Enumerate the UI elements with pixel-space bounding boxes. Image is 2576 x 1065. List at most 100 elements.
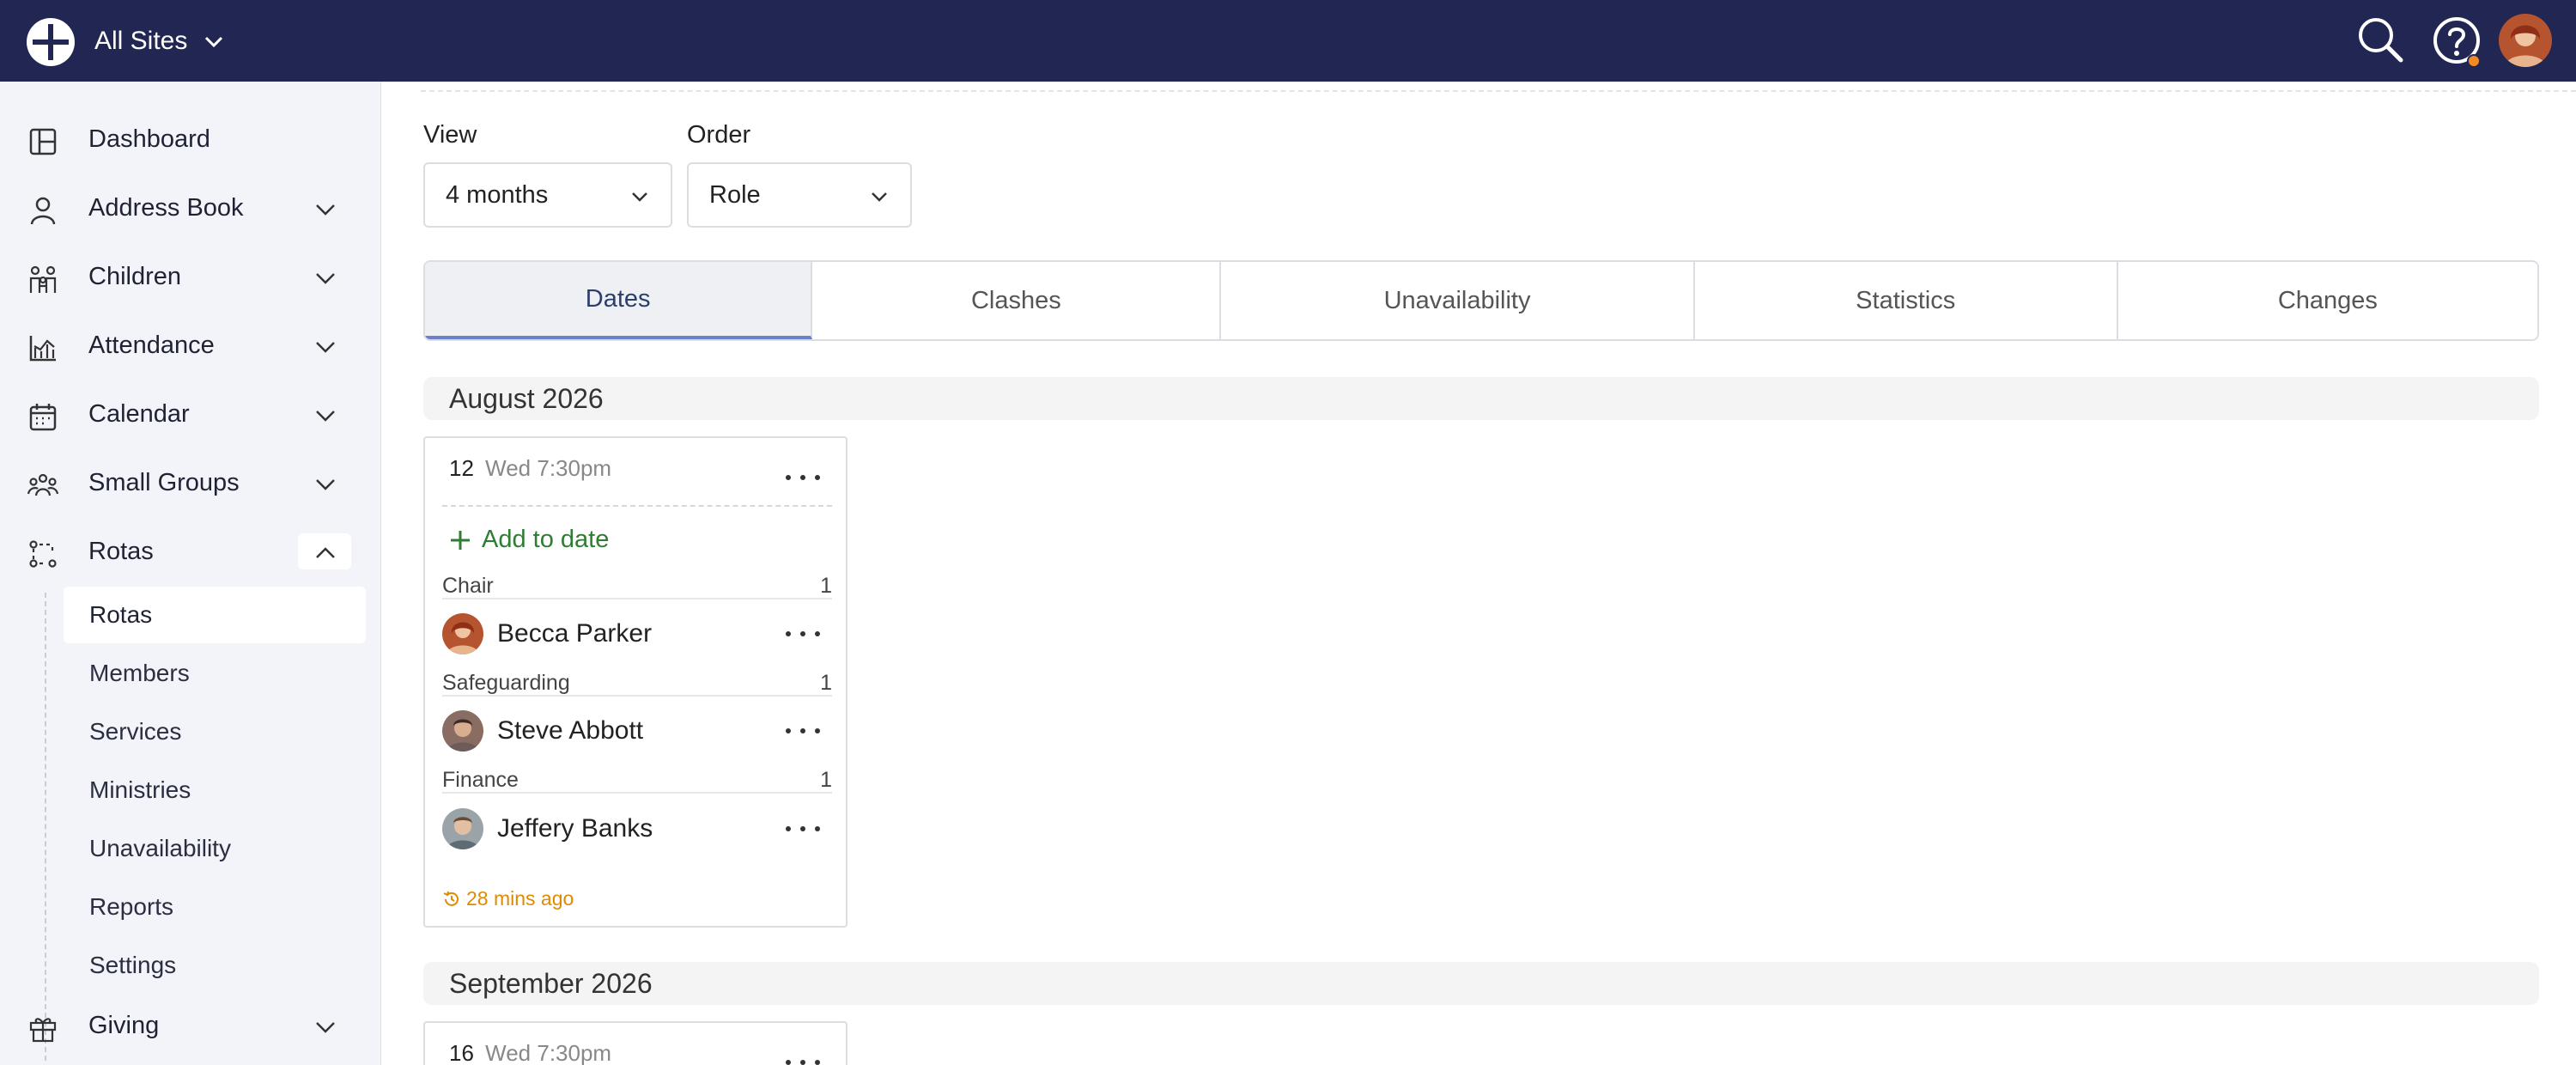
sidebar-subitem-ministries[interactable]: Ministries: [64, 762, 366, 819]
history-icon: [443, 891, 459, 906]
more-options-icon[interactable]: [786, 1054, 820, 1065]
tab-unavailability[interactable]: Unavailability: [1221, 262, 1695, 339]
subnav-guide: [45, 593, 46, 1061]
sidebar-item-label: Rotas: [88, 537, 154, 565]
chevron-down-icon: [872, 192, 887, 202]
sidebar-item-label: Dashboard: [88, 125, 210, 153]
person-name: Becca Parker: [497, 619, 653, 648]
date-time: Wed 7:30pm: [485, 1040, 612, 1065]
role-header: Chair 1: [442, 574, 832, 599]
site-label: All Sites: [94, 27, 188, 55]
order-select[interactable]: Role: [687, 162, 912, 228]
sidebar-item-label: Children: [88, 262, 181, 290]
chevron-down-icon: [205, 36, 223, 48]
main-content: View 4 months Order Role Dates Clashes U…: [382, 82, 2576, 1065]
sidebar-item-label: Giving: [88, 1011, 160, 1039]
sidebar-item-label: Address Book: [88, 193, 244, 222]
assigned-person[interactable]: Becca Parker: [442, 612, 832, 655]
groups-icon: [27, 473, 58, 496]
chevron-down-icon: [316, 411, 335, 422]
date-card: 16 Wed 7:30pm: [423, 1021, 848, 1065]
sidebar-item-address-book[interactable]: Address Book: [0, 178, 381, 238]
date-card: 12 Wed 7:30pm Add to date Chair 1 Becca …: [423, 436, 848, 928]
chevron-down-icon: [316, 479, 335, 490]
sidebar-item-attendance[interactable]: Attendance: [0, 315, 381, 375]
more-options-icon[interactable]: [786, 820, 820, 837]
chevron-down-icon: [632, 192, 647, 202]
role-header: Finance 1: [442, 768, 832, 794]
add-to-date-label: Add to date: [482, 526, 610, 553]
notification-dot: [2467, 54, 2481, 68]
order-value: Role: [709, 180, 761, 209]
sidebar-item-dashboard[interactable]: Dashboard: [0, 109, 381, 169]
role-count: 1: [820, 573, 832, 598]
tab-changes[interactable]: Changes: [2117, 262, 2537, 339]
sidebar-item-label: Small Groups: [88, 468, 240, 496]
date-day: 12: [449, 455, 474, 481]
assigned-person[interactable]: Steve Abbott: [442, 709, 832, 752]
sidebar-item-label: Calendar: [88, 399, 190, 428]
more-options-icon[interactable]: [786, 722, 820, 739]
chevron-up-icon: [316, 547, 335, 558]
avatar: [442, 613, 483, 654]
view-label: View: [423, 121, 477, 149]
site-switcher[interactable]: All Sites: [94, 21, 225, 62]
logo-icon[interactable]: [26, 17, 76, 67]
month-heading: August 2026: [423, 377, 2539, 420]
sidebar-subitem-services[interactable]: Services: [64, 703, 366, 760]
chevron-down-icon: [316, 273, 335, 284]
role-count: 1: [820, 767, 832, 792]
chevron-down-icon: [316, 204, 335, 216]
dashboard-icon: [29, 128, 57, 155]
calendar-icon: [29, 404, 57, 431]
last-updated-text: 28 mins ago: [466, 887, 574, 910]
date-heading: 12 Wed 7:30pm: [449, 455, 611, 482]
avatar: [442, 808, 483, 849]
sidebar-item-calendar[interactable]: Calendar: [0, 384, 381, 444]
sidebar-item-giving[interactable]: Giving: [0, 995, 381, 1056]
role-name: Chair: [442, 573, 494, 598]
role-header: Safeguarding 1: [442, 671, 832, 697]
last-updated: 28 mins ago: [442, 887, 574, 910]
order-label: Order: [687, 121, 751, 149]
month-heading: September 2026: [423, 962, 2539, 1005]
divider: [421, 90, 2576, 92]
chevron-down-icon: [316, 342, 335, 353]
sidebar-item-label: Attendance: [88, 331, 215, 359]
person-icon: [30, 197, 56, 225]
card-divider: [442, 505, 832, 507]
rota-icon: [29, 540, 57, 568]
view-select[interactable]: 4 months: [423, 162, 672, 228]
role-name: Safeguarding: [442, 670, 570, 695]
add-to-date-button[interactable]: Add to date: [449, 526, 609, 554]
children-icon: [29, 265, 57, 293]
avatar[interactable]: [2499, 14, 2552, 67]
tab-bar: Dates Clashes Unavailability Statistics …: [423, 260, 2539, 341]
sidebar-subitem-reports[interactable]: Reports: [64, 879, 366, 935]
tab-clashes[interactable]: Clashes: [812, 262, 1222, 339]
view-value: 4 months: [446, 180, 549, 209]
assigned-person[interactable]: Jeffery Banks: [442, 807, 832, 850]
search-icon[interactable]: [2356, 15, 2404, 64]
person-name: Steve Abbott: [497, 716, 644, 745]
date-heading: 16 Wed 7:30pm: [449, 1040, 611, 1065]
sidebar-subitem-rotas[interactable]: Rotas: [64, 587, 366, 643]
top-bar: All Sites: [0, 0, 2576, 82]
avatar: [442, 710, 483, 752]
sidebar-item-rotas[interactable]: Rotas: [0, 521, 381, 581]
tab-statistics[interactable]: Statistics: [1694, 262, 2118, 339]
sidebar-subitem-settings[interactable]: Settings: [64, 937, 366, 994]
chevron-down-icon: [316, 1022, 335, 1033]
more-options-icon[interactable]: [786, 469, 820, 486]
date-day: 16: [449, 1040, 474, 1065]
sidebar-item-children[interactable]: Children: [0, 246, 381, 307]
tab-dates[interactable]: Dates: [425, 262, 813, 339]
sidebar-subitem-members[interactable]: Members: [64, 645, 366, 702]
sidebar-subitem-unavailability[interactable]: Unavailability: [64, 820, 366, 877]
person-name: Jeffery Banks: [497, 814, 653, 843]
sidebar-item-small-groups[interactable]: Small Groups: [0, 453, 381, 513]
role-count: 1: [820, 670, 832, 695]
gift-icon: [29, 1018, 57, 1043]
role-name: Finance: [442, 767, 519, 792]
more-options-icon[interactable]: [786, 625, 820, 642]
